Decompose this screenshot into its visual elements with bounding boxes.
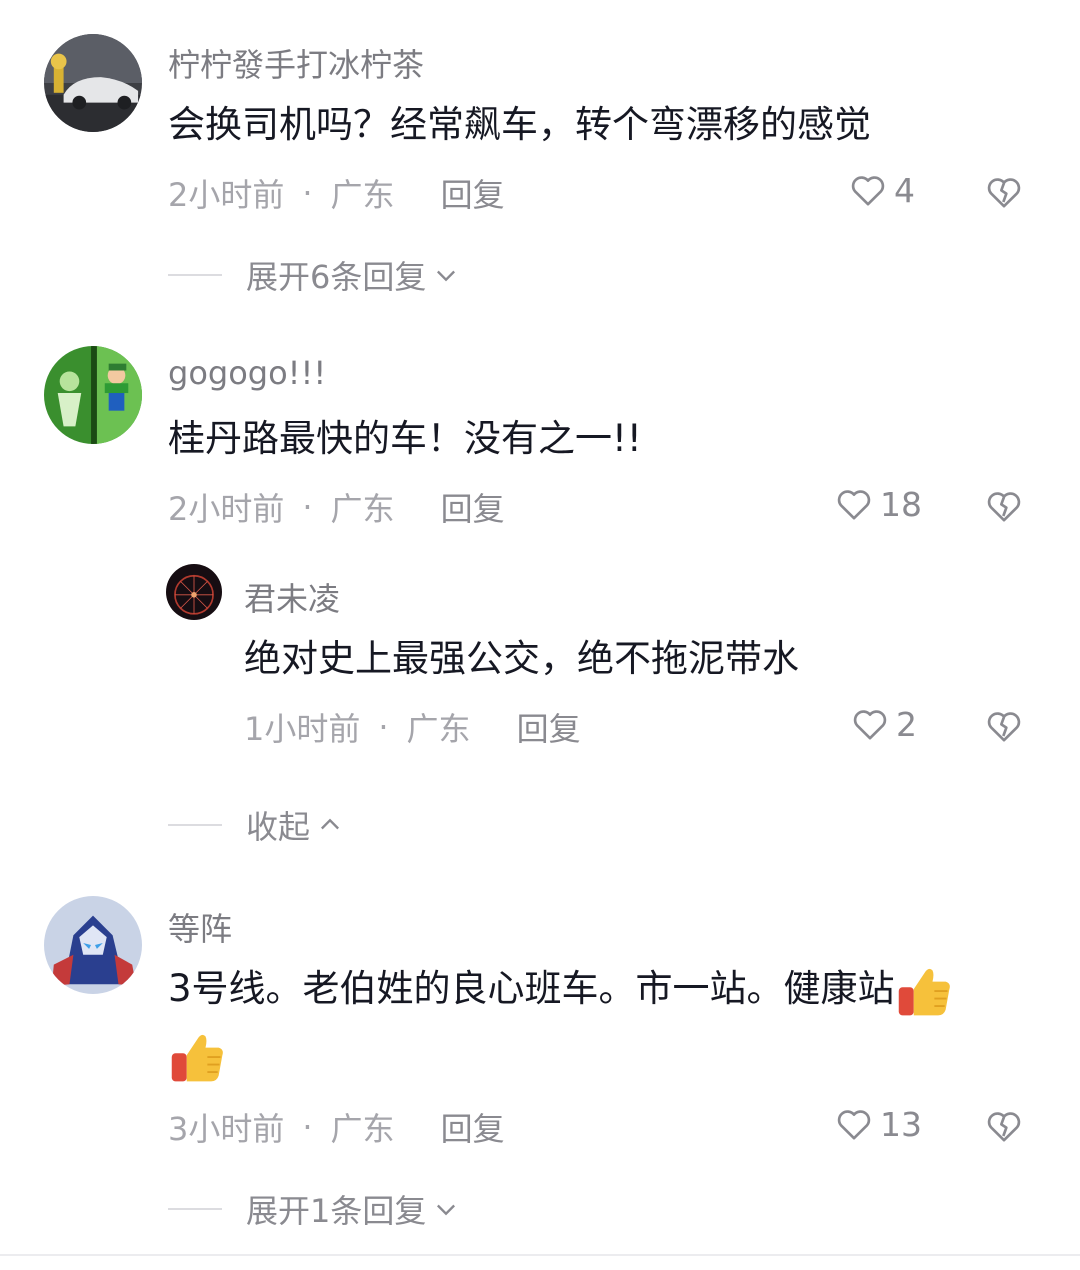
user-avatar[interactable] <box>44 896 142 994</box>
divider-line <box>168 824 222 826</box>
divider-line <box>168 274 222 276</box>
user-avatar[interactable] <box>44 346 142 444</box>
reply-button[interactable]: 回复 <box>441 484 505 530</box>
reply-time: 1小时前 <box>244 710 361 748</box>
like-button[interactable]: 4 <box>848 170 915 210</box>
chevron-down-icon <box>437 270 456 282</box>
thumbs-up-emoji-icon <box>898 968 950 1015</box>
expand-label: 展开1条回复 <box>246 1192 427 1230</box>
broken-heart-icon <box>987 712 1021 742</box>
comment-location: 广东 <box>330 176 395 214</box>
comment-location: 广东 <box>330 490 395 528</box>
comment-username[interactable]: 等阵 <box>168 904 232 950</box>
dislike-button[interactable] <box>984 172 1024 212</box>
hero-character-avatar-icon <box>44 896 142 994</box>
separator-dot: · <box>302 174 313 212</box>
ferris-wheel-avatar-icon <box>166 564 222 620</box>
divider-line <box>168 1208 222 1210</box>
like-button[interactable]: 13 <box>834 1104 922 1144</box>
expand-replies-button[interactable]: 展开1条回复 <box>168 1186 460 1232</box>
reply-button[interactable]: 回复 <box>441 170 505 216</box>
like-button[interactable]: 2 <box>850 704 917 744</box>
user-avatar[interactable] <box>44 34 142 132</box>
reply-user-avatar[interactable] <box>166 564 222 620</box>
comment-time: 2小时前 <box>168 490 285 528</box>
comment-username[interactable]: 柠柠發手打冰柠茶 <box>168 40 424 86</box>
collapse-label: 收起 <box>246 808 311 846</box>
expand-replies-button[interactable]: 展开6条回复 <box>168 252 460 298</box>
separator-dot: · <box>378 708 389 746</box>
dislike-button[interactable] <box>984 706 1024 746</box>
chevron-up-icon <box>321 818 340 830</box>
comment-text: 3号线。老伯姓的良心班车。市一站。健康站 <box>168 956 955 1022</box>
bottom-divider <box>0 1254 1080 1256</box>
dislike-button[interactable] <box>984 486 1024 526</box>
comment-text: 会换司机吗？经常飙车，转个弯漂移的感觉 <box>168 103 871 146</box>
reply-meta: 1小时前 · 广东 回复 <box>244 704 581 750</box>
reply-text: 绝对史上最强公交，绝不拖泥带水 <box>244 637 799 680</box>
chevron-down-icon <box>437 1204 456 1216</box>
car-photo-avatar-icon <box>44 34 142 132</box>
like-count: 2 <box>896 704 917 744</box>
like-count: 18 <box>880 484 922 524</box>
reply-location: 广东 <box>406 710 471 748</box>
reply-username[interactable]: 君未凌 <box>244 574 340 620</box>
like-button[interactable]: 18 <box>834 484 922 524</box>
game-character-avatar-icon <box>44 346 142 444</box>
expand-label: 展开6条回复 <box>246 258 427 296</box>
reply-button[interactable]: 回复 <box>517 704 581 750</box>
collapse-replies-button[interactable]: 收起 <box>168 802 344 848</box>
broken-heart-icon <box>987 492 1021 522</box>
separator-dot: · <box>302 488 313 526</box>
like-count: 13 <box>880 1104 922 1144</box>
broken-heart-icon <box>987 1112 1021 1142</box>
comment-meta: 2小时前 · 广东 回复 <box>168 170 505 216</box>
comment-text-line: 3号线。老伯姓的良心班车。市一站。健康站 <box>168 967 895 1010</box>
comment-username[interactable]: gogogo!!! <box>168 354 326 392</box>
reply-button[interactable]: 回复 <box>441 1104 505 1150</box>
comment-meta: 2小时前 · 广东 回复 <box>168 484 505 530</box>
comment-text: 桂丹路最快的车！没有之一!! <box>168 417 642 460</box>
comment-meta: 3小时前 · 广东 回复 <box>168 1104 505 1150</box>
dislike-button[interactable] <box>984 1106 1024 1146</box>
heart-icon <box>837 1110 871 1140</box>
heart-icon <box>853 710 887 740</box>
comment-time: 3小时前 <box>168 1110 285 1148</box>
heart-icon <box>837 490 871 520</box>
broken-heart-icon <box>987 178 1021 208</box>
like-count: 4 <box>894 170 915 210</box>
separator-dot: · <box>302 1108 313 1146</box>
thumbs-up-emoji-icon <box>171 1034 223 1081</box>
comment-time: 2小时前 <box>168 176 285 214</box>
comment-location: 广东 <box>330 1110 395 1148</box>
heart-icon <box>851 176 885 206</box>
comment-text-line2 <box>168 1022 228 1088</box>
